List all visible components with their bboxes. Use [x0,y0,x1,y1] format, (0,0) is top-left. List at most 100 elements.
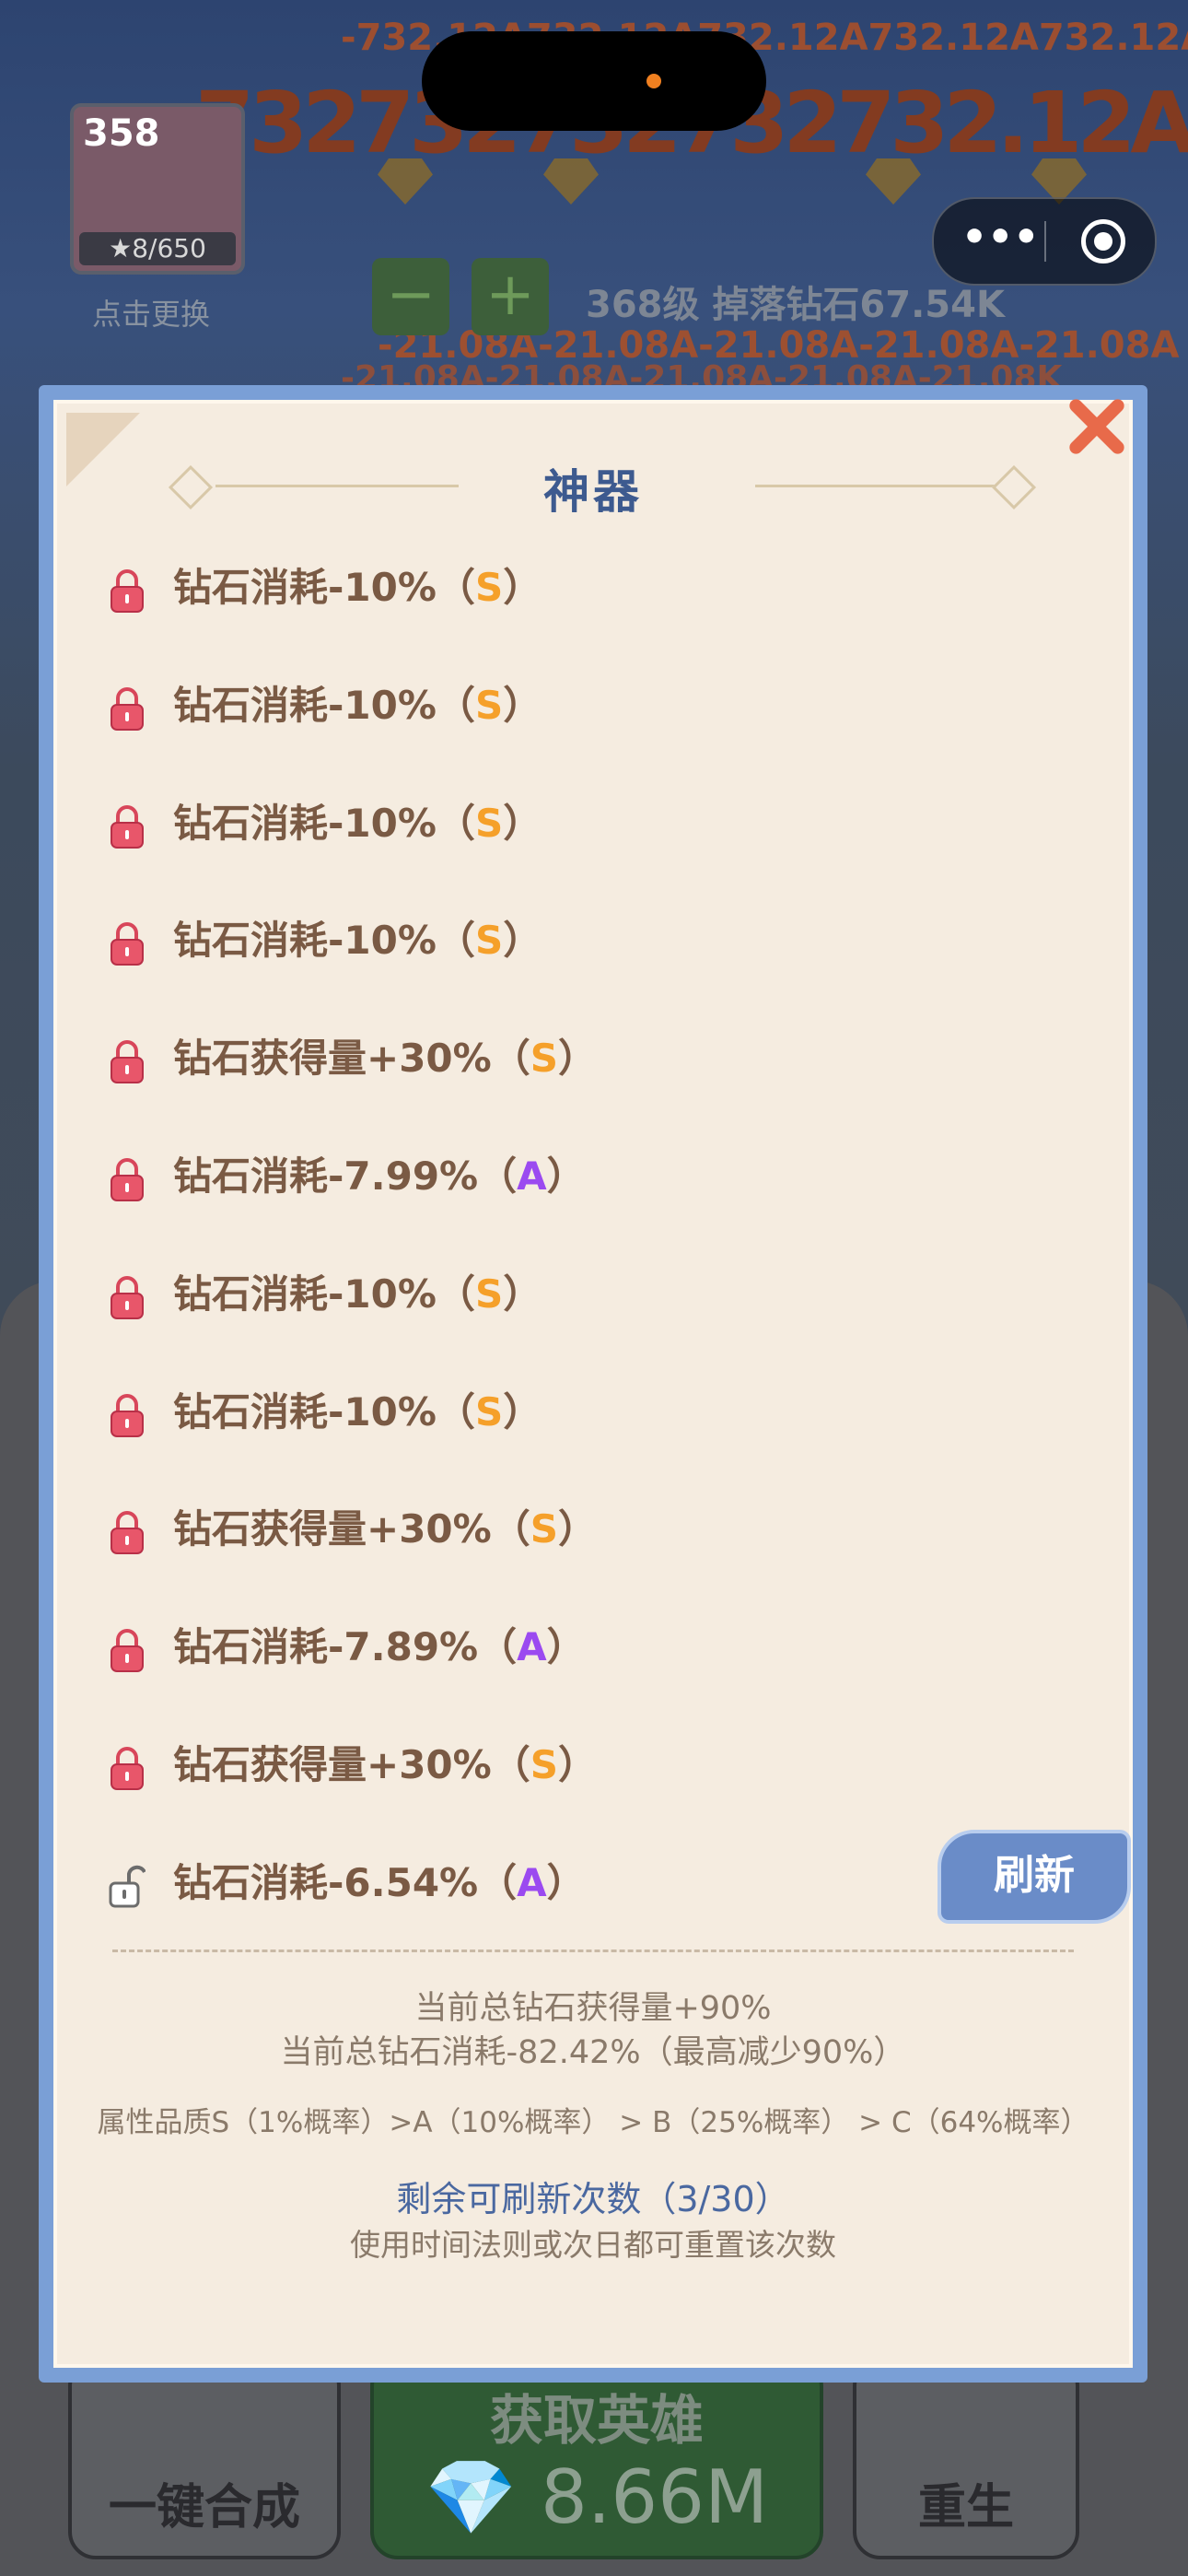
artifact-attribute-text: 钻石获得量+30%（S） [173,1031,597,1086]
lock-icon[interactable] [109,1745,146,1791]
auto-merge-button[interactable]: 一键合成 [68,2359,341,2559]
attribute-label: 钻石消耗-10%（ [173,1270,475,1317]
lock-icon[interactable] [109,685,146,732]
artifact-row: 钻石获得量+30%（S） [109,1031,1131,1149]
attribute-label: 钻石消耗-6.54%（ [173,1859,518,1905]
attribute-close: ） [503,800,542,846]
refresh-button[interactable]: 刷新 [938,1829,1131,1924]
lock-icon[interactable] [109,1156,146,1202]
attribute-close: ） [557,1036,597,1082]
artifact-row: 钻石消耗-10%（S） [109,560,1131,678]
lock-icon[interactable] [109,1392,146,1438]
attribute-close: ） [503,1270,542,1317]
artifact-dialog-body: 神器 钻石消耗-10%（S） 钻石消耗-10%（S） 钻石消耗-10%（S） 钻石消耗… [53,400,1133,2368]
avatar-level: 358 [83,112,160,155]
remaining-refresh-count: 剩余可刷新次数（3/30） [396,2179,790,2219]
grade-badge: S [474,682,504,728]
artifact-attribute-text: 钻石消耗-10%（S） [173,1385,542,1440]
attribute-close: ） [546,1859,586,1905]
artifact-attribute-text: 钻石消耗-7.89%（A） [173,1620,586,1675]
get-hero-button[interactable]: 获取英雄 💎 8.66M [370,2359,823,2559]
artifact-attribute-text: 钻石消耗-10%（S） [173,678,542,733]
attribute-label: 钻石获得量+30%（ [173,1506,530,1552]
artifact-row: 钻石消耗-6.54%（A） 刷新 [109,1829,1131,1973]
quality-probability-note: 属性品质S（1%概率）>A（10%概率） > B（25%概率） > C（64%概… [97,2106,1089,2139]
grade-badge: A [517,1153,547,1199]
level-minus-button[interactable]: − [372,258,449,335]
attribute-label: 钻石消耗-10%（ [173,800,475,846]
artifact-row: 钻石消耗-10%（S） [109,1385,1131,1503]
attribute-close: ） [546,1153,586,1199]
grade-badge: S [530,1036,558,1082]
grade-badge: A [517,1859,547,1905]
grade-badge: S [530,1741,558,1787]
attribute-label: 钻石消耗-7.99%（ [173,1153,518,1199]
attribute-close: ） [557,1741,597,1787]
attribute-label: 钻石消耗-10%（ [173,682,475,728]
grade-badge: S [474,800,504,846]
summary-block: 当前总钻石获得量+90% 当前总钻石消耗-82.42%（最高减少90%） [57,1986,1129,2075]
grade-badge: A [517,1624,547,1670]
camera-indicator-dot [646,74,661,88]
lock-icon[interactable] [109,803,146,849]
artifact-attribute-text: 钻石消耗-10%（S） [173,1267,542,1322]
lock-icon[interactable] [109,1509,146,1555]
rebirth-label: 重生 [917,2480,1014,2535]
lock-icon[interactable] [109,920,146,966]
artifact-attribute-text: 钻石获得量+30%（S） [173,1738,597,1793]
artifact-attribute-text: 钻石消耗-10%（S） [173,560,542,615]
lock-icon[interactable] [109,568,146,614]
lock-icon[interactable] [109,1274,146,1320]
attribute-close: ） [546,1624,586,1670]
unlock-icon[interactable] [109,1863,146,1909]
artifact-row: 钻石消耗-7.89%（A） [109,1620,1131,1738]
close-icon[interactable] [1055,385,1138,468]
artifact-row: 钻石获得量+30%（S） [109,1502,1131,1620]
artifact-dialog: 神器 钻石消耗-10%（S） 钻石消耗-10%（S） 钻石消耗-10%（S） 钻石消耗… [39,385,1147,2383]
reset-note: 使用时间法则或次日都可重置该次数 [350,2227,836,2263]
capsule-divider [1044,221,1046,262]
exit-miniprogram-icon[interactable] [1081,219,1125,263]
more-options-icon[interactable]: ••• [961,199,1039,284]
artifact-attribute-text: 钻石消耗-10%（S） [173,913,542,968]
level-plus-button[interactable]: + [472,258,549,335]
artifact-attribute-text: 钻石消耗-6.54%（A） [173,1856,586,1911]
attribute-label: 钻石消耗-7.89%（ [173,1624,518,1670]
title-line-right [755,485,998,487]
artifact-row: 钻石消耗-7.99%（A） [109,1149,1131,1267]
player-avatar[interactable]: 358 ★8/650 [70,103,245,275]
grade-badge: S [474,565,504,610]
attribute-label: 钻石消耗-10%（ [173,565,475,610]
dashed-divider [112,1950,1074,1952]
artifact-attribute-text: 钻石获得量+30%（S） [173,1502,597,1557]
attribute-label: 钻石获得量+30%（ [173,1036,530,1082]
attribute-close: ） [503,1388,542,1434]
attribute-close: ） [557,1506,597,1552]
attribute-label: 钻石消耗-10%（ [173,1388,475,1434]
camera-notch [422,31,766,131]
lock-icon[interactable] [109,1627,146,1673]
avatar-change-caption[interactable]: 点击更换 [92,291,210,334]
attribute-label: 钻石获得量+30%（ [173,1741,530,1787]
miniprogram-capsule: ••• [932,197,1157,286]
attribute-close: ） [503,565,542,610]
rebirth-button[interactable]: 重生 [853,2359,1079,2559]
lock-icon[interactable] [109,1038,146,1084]
attribute-close: ） [503,918,542,964]
summary-gain: 当前总钻石获得量+90% [414,1990,772,2027]
grade-badge: S [474,1270,504,1317]
artifact-row: 钻石消耗-10%（S） [109,796,1131,914]
auto-merge-label: 一键合成 [108,2480,300,2535]
avatar-stars: ★8/650 [79,232,236,265]
artifact-row: 钻石消耗-10%（S） [109,678,1131,796]
artifact-attribute-text: 钻石消耗-7.99%（A） [173,1149,586,1204]
grade-badge: S [474,1388,504,1434]
level-drop-text: 368级 掉落钻石67.54K [586,284,1005,326]
attribute-close: ） [503,682,542,728]
get-hero-cost: 💎 8.66M [425,2454,769,2540]
artifact-attribute-text: 钻石消耗-10%（S） [173,796,542,851]
grade-badge: S [474,918,504,964]
attribute-label: 钻石消耗-10%（ [173,918,475,964]
artifact-row: 钻石消耗-10%（S） [109,913,1131,1031]
grade-badge: S [530,1506,558,1552]
